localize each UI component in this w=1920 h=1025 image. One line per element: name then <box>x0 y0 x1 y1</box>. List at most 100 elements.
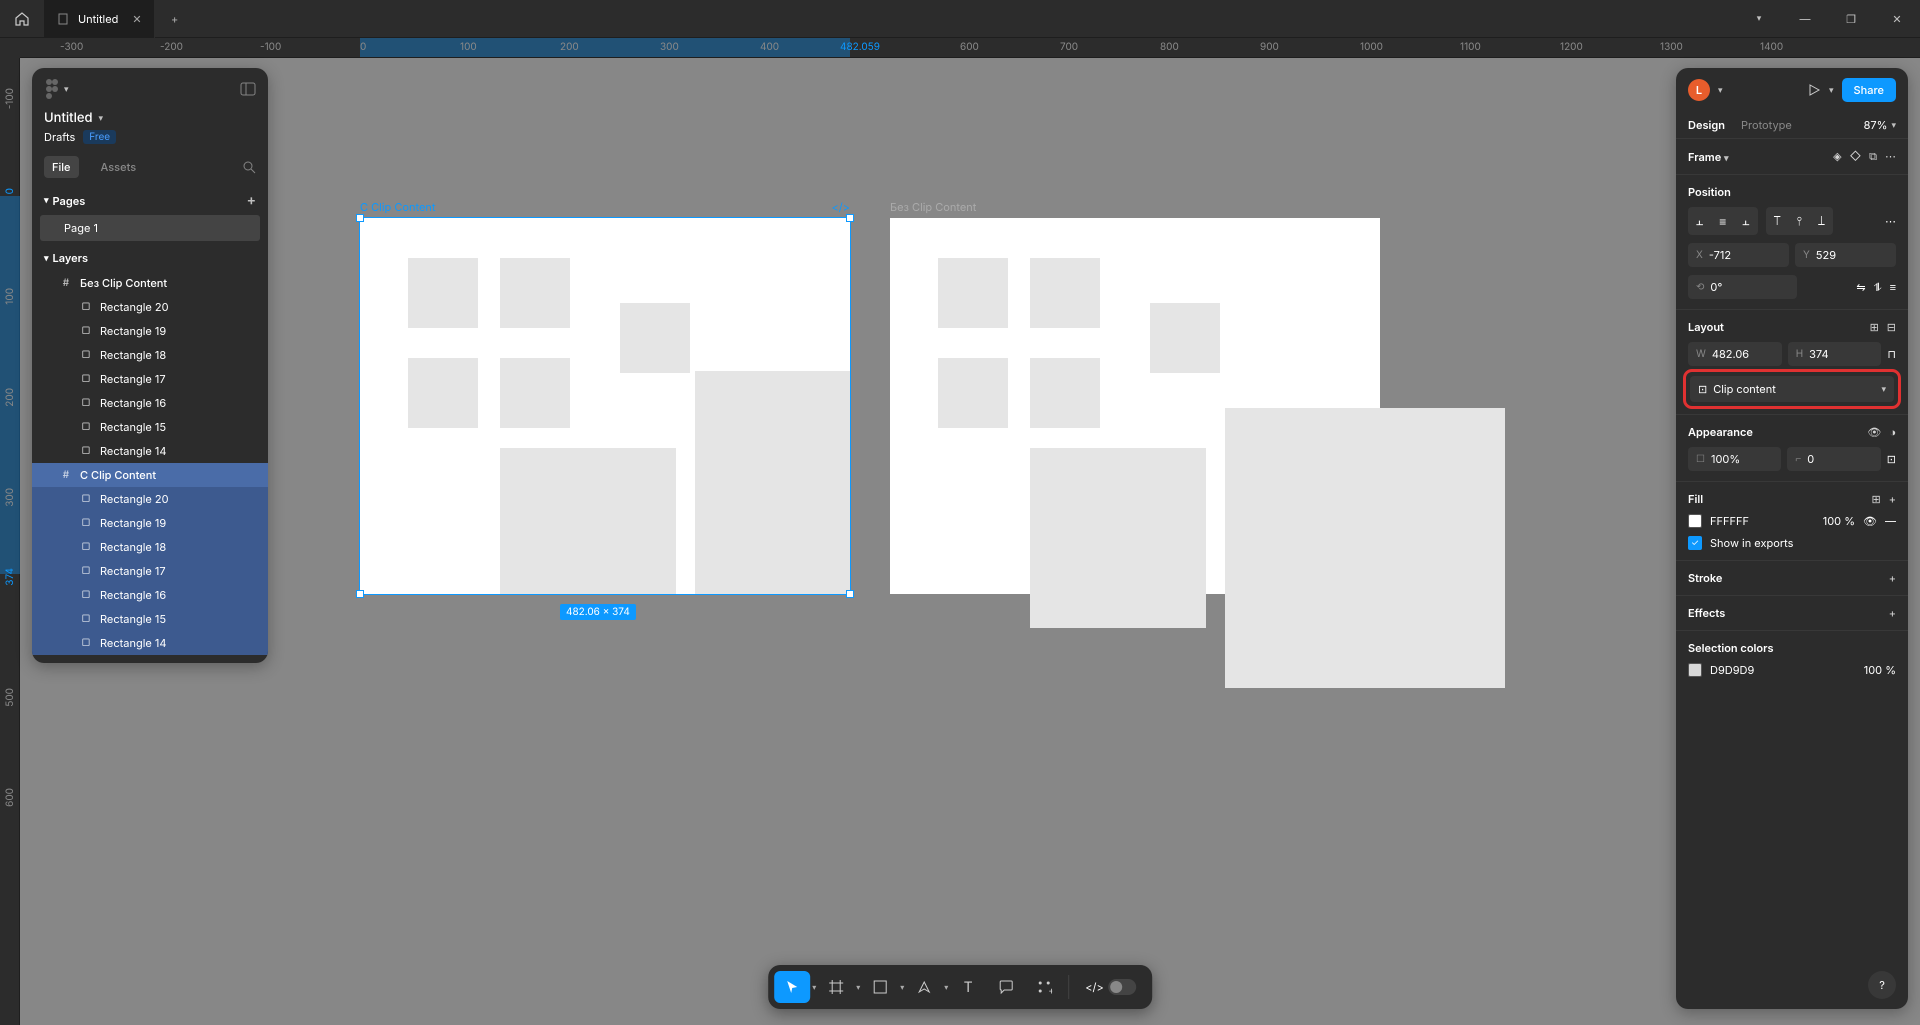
add-page-button[interactable]: + <box>247 192 256 209</box>
width-input[interactable]: W482.06 <box>1688 342 1782 366</box>
zoom-control[interactable]: 87% ▾ <box>1864 118 1896 132</box>
search-button[interactable] <box>242 160 256 174</box>
file-name[interactable]: Untitled ▾ <box>44 110 256 126</box>
document-tab[interactable]: Untitled ✕ <box>44 0 155 38</box>
flip-v-button[interactable]: ⥮ <box>1874 280 1882 295</box>
home-button[interactable] <box>0 0 44 38</box>
layer-item[interactable]: ▢Rectangle 18 <box>32 343 268 367</box>
clip-content-dropdown[interactable]: ⊡ Clip content ▾ <box>1690 376 1894 402</box>
radius-input[interactable]: ⌐0 <box>1787 447 1880 471</box>
visibility-icon[interactable]: 👁 <box>1867 425 1881 439</box>
layer-item[interactable]: ▢Rectangle 17 <box>32 559 268 583</box>
tab-design[interactable]: Design <box>1688 118 1725 132</box>
autolayout-h-button[interactable]: ⊞ <box>1870 320 1879 334</box>
independent-corners-button[interactable]: ⊡ <box>1887 452 1896 466</box>
show-in-exports-checkbox[interactable]: ✓ <box>1688 536 1702 550</box>
file-location[interactable]: Drafts <box>44 130 75 144</box>
chevron-down-icon[interactable]: ▾ <box>1718 85 1723 96</box>
layer-item[interactable]: ▢Rectangle 15 <box>32 607 268 631</box>
align-top-button[interactable]: ⟙ <box>1766 207 1789 235</box>
pen-tool[interactable] <box>906 971 942 1003</box>
layer-frame-no-clip[interactable]: # Без Clip Content <box>32 271 268 295</box>
layer-item[interactable]: ▢Rectangle 15 <box>32 415 268 439</box>
text-tool[interactable]: T <box>950 971 986 1003</box>
blend-icon[interactable]: ◑ <box>1889 425 1896 439</box>
help-button[interactable]: ? <box>1868 971 1896 999</box>
actions-tool[interactable]: + <box>1026 971 1062 1003</box>
layer-item[interactable]: ▢Rectangle 19 <box>32 319 268 343</box>
frame-type-selector[interactable]: Frame ▾ <box>1688 150 1729 164</box>
pages-section-header[interactable]: ▾ Pages + <box>32 186 268 215</box>
fill-opacity-input[interactable]: 100 % <box>1823 514 1855 528</box>
canvas[interactable]: С Clip Content </> 482.06 × 374 Без Clip… <box>20 58 1920 1025</box>
tab-assets[interactable]: Assets <box>93 156 145 178</box>
y-input[interactable]: Y529 <box>1795 243 1896 267</box>
minimize-button[interactable]: — <box>1782 0 1828 38</box>
dev-mode-icon[interactable]: </> <box>831 200 850 214</box>
layer-item[interactable]: ▢Rectangle 16 <box>32 583 268 607</box>
visibility-toggle[interactable]: 👁 <box>1863 514 1877 528</box>
shape-tool[interactable] <box>862 971 898 1003</box>
remove-fill-button[interactable]: — <box>1885 514 1896 528</box>
comment-tool[interactable] <box>988 971 1024 1003</box>
layer-item[interactable]: ▢Rectangle 14 <box>32 631 268 655</box>
layer-item[interactable]: ▢Rectangle 20 <box>32 295 268 319</box>
present-button[interactable] <box>1807 83 1821 97</box>
instance-icon[interactable]: ◇ <box>1850 149 1862 164</box>
shape-tool-chevron[interactable]: ▾ <box>900 982 904 992</box>
new-tab-button[interactable]: + <box>155 0 195 38</box>
add-fill-button[interactable]: + <box>1889 492 1896 506</box>
layer-item[interactable]: ▢Rectangle 20 <box>32 487 268 511</box>
frame-no-clip[interactable]: Без Clip Content <box>890 218 1380 594</box>
figma-menu[interactable]: ▾ <box>44 78 69 100</box>
frame-clip-content[interactable]: С Clip Content </> <box>360 218 850 594</box>
page-item[interactable]: Page 1 <box>40 215 260 241</box>
layer-item[interactable]: ▢Rectangle 14 <box>32 439 268 463</box>
align-left-button[interactable]: ⫠ <box>1688 207 1711 235</box>
chevron-down-icon[interactable]: ▾ <box>1829 85 1834 96</box>
align-right-button[interactable]: ⫠ <box>1734 207 1757 235</box>
frame-label[interactable]: С Clip Content <box>360 200 435 214</box>
x-input[interactable]: X-712 <box>1688 243 1789 267</box>
frame-label[interactable]: Без Clip Content <box>890 200 976 214</box>
move-tool[interactable] <box>774 971 810 1003</box>
maximize-button[interactable]: ❐ <box>1828 0 1874 38</box>
layer-item[interactable]: ▢Rectangle 17 <box>32 367 268 391</box>
fill-hex-input[interactable]: FFFFFF <box>1710 514 1749 528</box>
close-tab-icon[interactable]: ✕ <box>132 12 141 26</box>
selection-color-swatch[interactable] <box>1688 663 1702 677</box>
layer-item[interactable]: ▢Rectangle 16 <box>32 391 268 415</box>
more-icon[interactable]: ⋯ <box>1885 149 1896 164</box>
copy-icon[interactable]: ⧉ <box>1869 149 1877 164</box>
selection-color-opacity[interactable]: 100 % <box>1864 663 1896 677</box>
fill-swatch[interactable] <box>1688 514 1702 528</box>
avatar[interactable]: L <box>1688 79 1710 101</box>
align-bottom-button[interactable]: ⟘ <box>1810 207 1833 235</box>
frame-tool-chevron[interactable]: ▾ <box>856 982 860 992</box>
toggle-sidebar-button[interactable] <box>240 82 256 96</box>
layers-section-header[interactable]: ▾ Layers <box>32 245 268 271</box>
close-window-button[interactable]: ✕ <box>1874 0 1920 38</box>
autolayout-v-button[interactable]: ⊟ <box>1887 320 1896 334</box>
height-input[interactable]: H374 <box>1788 342 1882 366</box>
component-icon[interactable]: ◈ <box>1833 149 1841 164</box>
window-menu-button[interactable]: ▾ <box>1736 0 1782 38</box>
opacity-input[interactable]: ☐100% <box>1688 447 1781 471</box>
add-effect-button[interactable]: + <box>1889 606 1896 620</box>
more-align-button[interactable]: ⋯ <box>1885 214 1896 228</box>
share-button[interactable]: Share <box>1842 78 1896 102</box>
add-stroke-button[interactable]: + <box>1889 571 1896 585</box>
tab-file[interactable]: File <box>44 156 79 178</box>
pen-tool-chevron[interactable]: ▾ <box>944 982 948 992</box>
align-center-h-button[interactable]: ≡ <box>1711 207 1734 235</box>
rotation-input[interactable]: ⟲0° <box>1688 275 1797 299</box>
tidy-button[interactable]: ≡ <box>1890 280 1896 295</box>
constrain-button[interactable]: ⊓ <box>1887 347 1896 361</box>
layer-item[interactable]: ▢Rectangle 18 <box>32 535 268 559</box>
selection-color-hex[interactable]: D9D9D9 <box>1710 663 1754 677</box>
align-middle-button[interactable]: ⫯ <box>1789 207 1810 235</box>
dev-mode-toggle[interactable]: </> <box>1075 971 1146 1003</box>
move-tool-chevron[interactable]: ▾ <box>812 982 816 992</box>
frame-tool[interactable] <box>818 971 854 1003</box>
layer-item[interactable]: ▢Rectangle 19 <box>32 511 268 535</box>
